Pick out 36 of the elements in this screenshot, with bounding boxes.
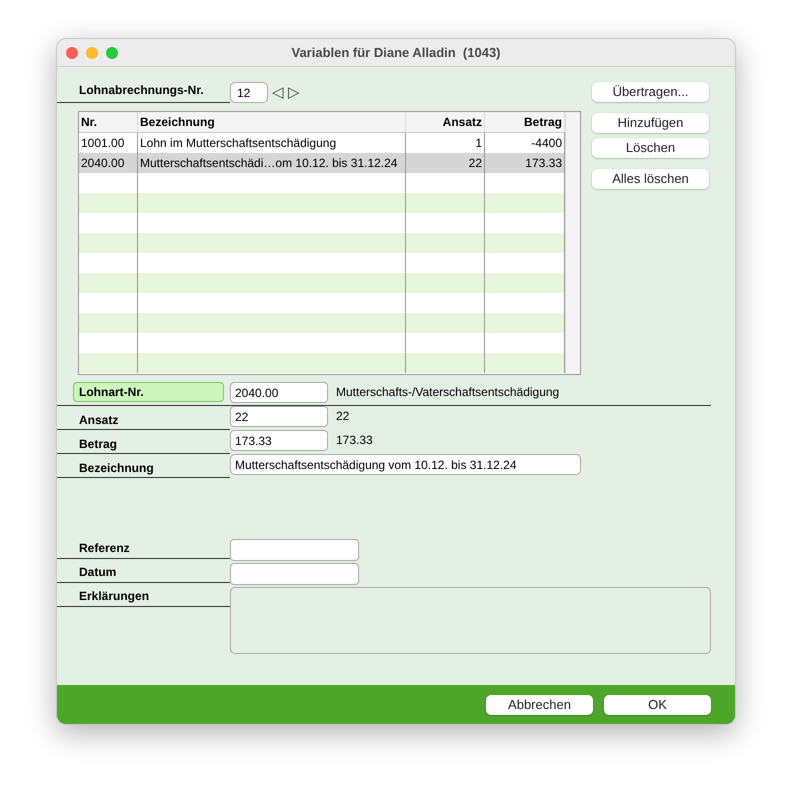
zoom-icon[interactable] (106, 46, 118, 58)
close-icon[interactable] (66, 46, 78, 58)
button[interactable]: Hinzufügen (592, 113, 709, 133)
field-label: Ansatz (57, 406, 230, 430)
field-info: Mutterschafts-/Vaterschaftsentschädigung (336, 384, 560, 401)
window-title: Variablen für Diane Alladin (1043) (291, 44, 501, 62)
button[interactable]: OK (604, 694, 711, 714)
column-header[interactable]: Ansatz (406, 112, 485, 132)
previous-button[interactable]: ◁ (272, 83, 284, 103)
text-field[interactable]: Mutterschaftsentschädigung vom 10.12. bis 31.12.24 (230, 454, 581, 475)
next-button[interactable]: ▷ (288, 83, 300, 103)
column-header[interactable]: Nr. (79, 112, 138, 132)
minimize-icon[interactable] (86, 46, 98, 58)
field-label: Referenz (57, 539, 230, 559)
button[interactable]: Abbrechen (486, 694, 593, 714)
table-row[interactable]: 2040.00 Mutterschaftsentschädi…om 10.12. bis 31.12.24 22 173.33 (79, 153, 565, 173)
text-field[interactable] (230, 539, 359, 561)
text-field[interactable]: 22 (230, 406, 328, 427)
field-label: Erklärungen (57, 587, 230, 607)
text-area[interactable] (230, 587, 711, 654)
button[interactable]: Alles löschen (592, 169, 709, 189)
field-label: Datum (57, 563, 230, 583)
text-field[interactable]: 173.33 (230, 430, 328, 451)
button[interactable]: Löschen (592, 138, 709, 158)
field-label: Bezeichnung (57, 454, 230, 478)
field-info: 22 (336, 408, 350, 425)
field-label: Lohnart-Nr. (73, 382, 224, 402)
field-label: Betrag (57, 430, 230, 454)
text-field[interactable] (230, 563, 359, 585)
column-header[interactable]: Bezeichnung (138, 112, 406, 132)
table-row[interactable]: 1001.00 Lohn im Mutterschaftsentschädigung 1 -4400 (79, 133, 565, 153)
text-field[interactable]: 2040.00 (230, 382, 328, 403)
field-label: Lohnabrechnungs-Nr. (57, 81, 230, 103)
field-info: 173.33 (336, 432, 373, 449)
period-field[interactable]: 12 (230, 82, 268, 103)
button[interactable]: Übertragen... (592, 82, 709, 102)
